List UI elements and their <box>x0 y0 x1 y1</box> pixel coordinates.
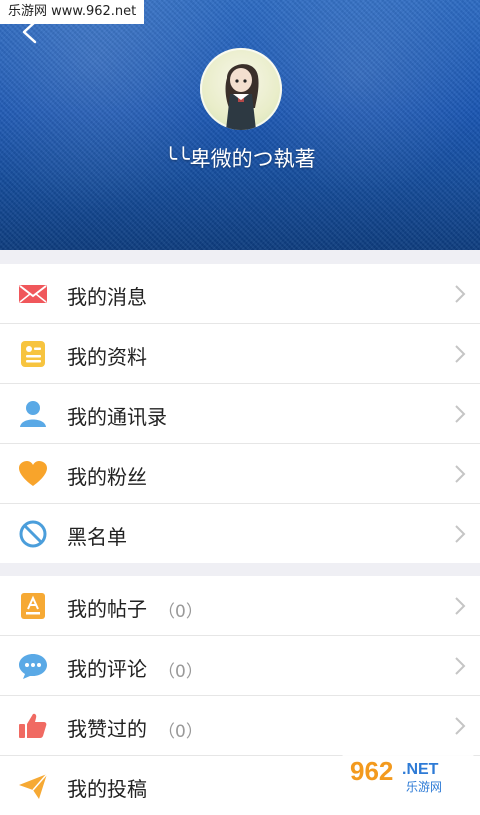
menu-item-label: 我的投稿 <box>67 777 147 801</box>
post-icon <box>21 593 45 619</box>
chevron-right-icon <box>455 717 466 735</box>
chevron-right-icon <box>455 405 466 423</box>
menu-item-label: 我的通讯录 <box>67 405 167 429</box>
menu-item-posts[interactable]: 我的帖子 （0） <box>0 576 480 636</box>
block-icon <box>19 520 47 548</box>
logo-main-text: 962 <box>350 756 393 786</box>
menu-item-label: 我的帖子 <box>67 597 147 621</box>
chevron-right-icon <box>455 345 466 363</box>
menu-item-label: 黑名单 <box>67 525 127 549</box>
send-icon <box>19 773 48 799</box>
chevron-right-icon <box>455 525 466 543</box>
profile-card-icon <box>21 341 45 367</box>
username: ╰╰卑微的つ執著 <box>164 147 316 171</box>
liked-count: （0） <box>158 722 203 742</box>
chevron-right-icon <box>455 465 466 483</box>
logo-net-text: .NET <box>402 761 439 778</box>
post-count: （0） <box>158 602 203 622</box>
menu-item-profile[interactable]: 我的资料 <box>0 324 480 384</box>
thumb-up-icon <box>19 713 47 738</box>
comment-count: （0） <box>158 662 203 682</box>
menu-group-1: 我的消息 我的资料 我的通讯录 我的粉丝 黑名单 <box>0 264 480 563</box>
heart-icon <box>19 461 47 486</box>
menu-item-label: 我的评论 <box>67 657 147 681</box>
logo-sub-text: 乐游网 <box>406 780 442 794</box>
menu-item-label: 我的消息 <box>67 285 147 309</box>
menu-item-messages[interactable]: 我的消息 <box>0 264 480 324</box>
menu-item-comments[interactable]: 我的评论 （0） <box>0 636 480 696</box>
menu-item-contacts[interactable]: 我的通讯录 <box>0 384 480 444</box>
menu-item-label: 我的粉丝 <box>67 465 147 489</box>
mail-icon <box>19 285 47 303</box>
menu-item-blacklist[interactable]: 黑名单 <box>0 504 480 563</box>
menu-item-fans[interactable]: 我的粉丝 <box>0 444 480 504</box>
menu-item-label: 我赞过的 <box>67 717 147 741</box>
chevron-right-icon <box>455 597 466 615</box>
comment-icon <box>19 654 47 679</box>
site-logo-watermark: 962 .NET 乐游网 <box>342 752 474 796</box>
chevron-right-icon <box>455 657 466 675</box>
menu-item-label: 我的资料 <box>67 345 147 369</box>
avatar-illustration <box>225 64 259 130</box>
chevron-right-icon <box>455 285 466 303</box>
profile-header: ╰╰卑微的つ執著 <box>0 0 480 250</box>
site-watermark: 乐游网 www.962.net <box>0 0 145 24</box>
menu-item-liked[interactable]: 我赞过的 （0） <box>0 696 480 756</box>
contact-icon <box>20 401 46 427</box>
avatar[interactable] <box>200 48 282 130</box>
